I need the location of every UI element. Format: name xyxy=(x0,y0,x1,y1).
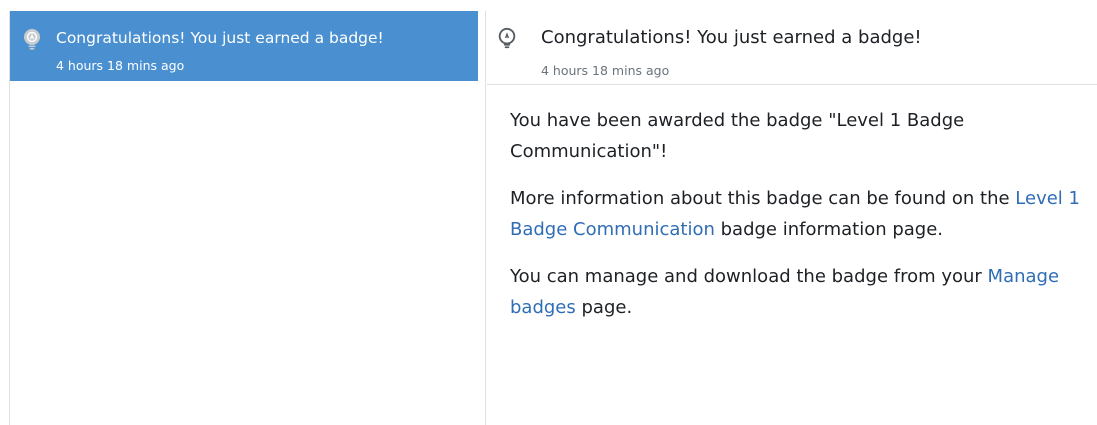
lightbulb-icon xyxy=(496,27,518,49)
notification-detail-body: You have been awarded the badge "Level 1… xyxy=(510,105,1085,339)
notification-list-item-title: Congratulations! You just earned a badge… xyxy=(56,29,384,47)
badge-info-text-after: badge information page. xyxy=(714,219,944,240)
lightbulb-icon xyxy=(20,27,44,51)
awarded-message: You have been awarded the badge "Level 1… xyxy=(510,110,965,162)
notification-list-item-time: 4 hours 18 mins ago xyxy=(56,58,185,73)
notification-detail: Congratulations! You just earned a badge… xyxy=(487,11,1097,425)
notification-list: Congratulations! You just earned a badge… xyxy=(9,11,486,425)
manage-badges-message: You can manage and download the badge fr… xyxy=(510,261,1085,323)
badge-info-message: More information about this badge can be… xyxy=(510,183,1085,245)
badge-info-text-before: More information about this badge can be… xyxy=(510,188,1016,209)
manage-text-after: page. xyxy=(575,297,633,318)
manage-text-before: You can manage and download the badge fr… xyxy=(510,266,988,287)
notification-detail-title: Congratulations! You just earned a badge… xyxy=(541,27,922,48)
notifications-page: Congratulations! You just earned a badge… xyxy=(0,0,1097,425)
notification-detail-time: 4 hours 18 mins ago xyxy=(541,63,670,78)
notification-list-item[interactable]: Congratulations! You just earned a badge… xyxy=(10,11,478,81)
notification-detail-header: Congratulations! You just earned a badge… xyxy=(487,11,1097,85)
